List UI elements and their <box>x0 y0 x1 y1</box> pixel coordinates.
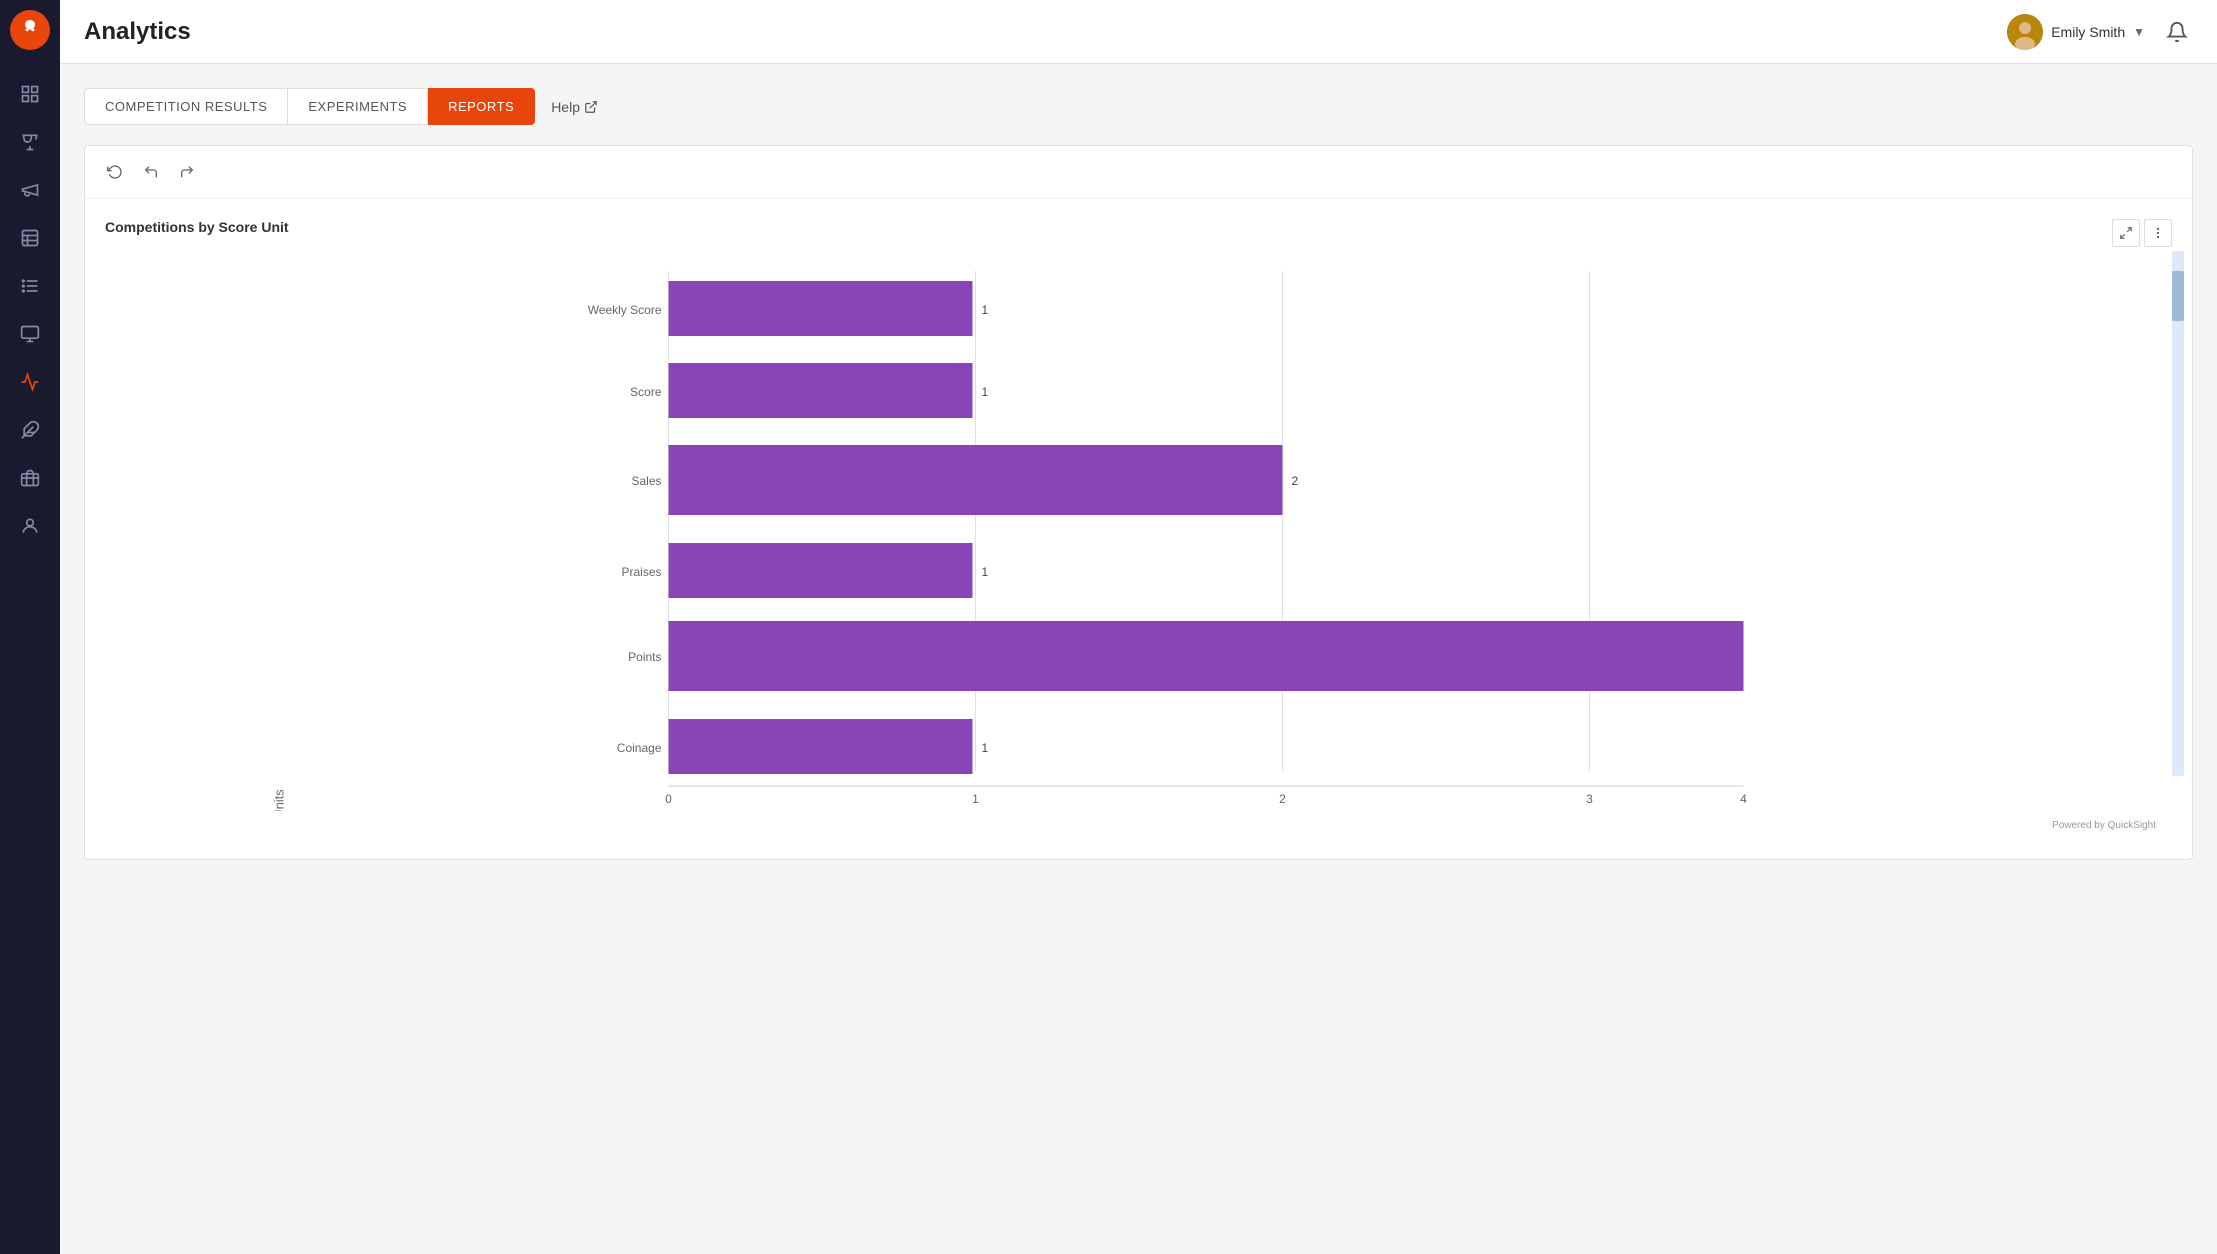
x-tick-0: 0 <box>665 792 672 806</box>
bar-points <box>669 621 1744 691</box>
undo-icon <box>143 164 159 180</box>
y-label-score: Score <box>630 385 662 399</box>
expand-icon <box>2119 226 2133 240</box>
chart-title: Competitions by Score Unit <box>105 219 2172 235</box>
main-content: Analytics Emily Smith ▼ <box>60 0 2217 1254</box>
y-label-points: Points <box>628 650 661 664</box>
sidebar-item-dashboard[interactable] <box>10 74 50 114</box>
bar-label-weekly-score: 1 <box>982 303 989 317</box>
chevron-down-icon: ▼ <box>2133 25 2145 39</box>
page-title: Analytics <box>84 18 2007 46</box>
chart-menu-button[interactable] <box>2144 219 2172 247</box>
external-link-icon <box>584 100 598 114</box>
reset-button[interactable] <box>101 158 129 186</box>
user-menu[interactable]: Emily Smith ▼ <box>2007 14 2145 50</box>
sidebar-item-competitions[interactable] <box>10 122 50 162</box>
bar-sales <box>669 445 1283 515</box>
chart-panel: Competitions by Score Unit <box>84 145 2193 860</box>
x-tick-1: 1 <box>972 792 979 806</box>
y-label-sales: Sales <box>631 474 661 488</box>
sidebar-item-users[interactable] <box>10 506 50 546</box>
content-area: COMPETITION RESULTS EXPERIMENTS REPORTS … <box>60 64 2217 1254</box>
tab-reports[interactable]: REPORTS <box>428 88 535 125</box>
y-label-coinage: Coinage <box>617 741 662 755</box>
sidebar <box>0 0 60 1254</box>
sidebar-item-reports-table[interactable] <box>10 218 50 258</box>
sidebar-item-announcements[interactable] <box>10 170 50 210</box>
x-tick-3: 3 <box>1586 792 1593 806</box>
reset-icon <box>107 164 123 180</box>
sidebar-item-gifts[interactable] <box>10 458 50 498</box>
sidebar-logo[interactable] <box>10 10 50 50</box>
chart-toolbar <box>85 146 2192 199</box>
bar-label-praises: 1 <box>982 565 989 579</box>
help-link[interactable]: Help <box>551 99 598 115</box>
topbar-right: Emily Smith ▼ <box>2007 14 2193 50</box>
help-label: Help <box>551 99 580 115</box>
sidebar-item-integrations[interactable] <box>10 410 50 450</box>
bar-label-score: 1 <box>982 385 989 399</box>
more-vertical-icon <box>2151 226 2165 240</box>
redo-button[interactable] <box>173 158 201 186</box>
notification-bell[interactable] <box>2161 16 2193 48</box>
bar-chart-svg: ScoreUnits 1 1 <box>115 251 2172 811</box>
bar-coinage <box>669 719 973 774</box>
tab-competition-results[interactable]: COMPETITION RESULTS <box>84 88 288 125</box>
bar-score <box>669 363 973 418</box>
bar-label-coinage: 1 <box>982 741 989 755</box>
sidebar-item-list[interactable] <box>10 266 50 306</box>
tab-experiments[interactable]: EXPERIMENTS <box>288 88 428 125</box>
avatar <box>2007 14 2043 50</box>
bar-weekly-score <box>669 281 973 336</box>
y-label-praises: Praises <box>621 565 661 579</box>
redo-icon <box>179 164 195 180</box>
x-tick-4: 4 <box>1740 792 1747 806</box>
chart-scrollbar[interactable] <box>2172 251 2184 776</box>
bar-praises <box>669 543 973 598</box>
bar-label-sales: 2 <box>1292 474 1299 488</box>
chart-actions <box>2112 219 2172 247</box>
undo-button[interactable] <box>137 158 165 186</box>
powered-by: Powered by QuickSight <box>105 816 2172 839</box>
topbar: Analytics Emily Smith ▼ <box>60 0 2217 64</box>
sidebar-item-monitor[interactable] <box>10 314 50 354</box>
tab-bar: COMPETITION RESULTS EXPERIMENTS REPORTS … <box>84 88 2193 125</box>
sidebar-item-analytics[interactable] <box>10 362 50 402</box>
chart-scrollbar-thumb[interactable] <box>2172 271 2184 321</box>
expand-button[interactable] <box>2112 219 2140 247</box>
y-axis-label: ScoreUnits <box>272 789 287 811</box>
user-name: Emily Smith <box>2051 24 2125 40</box>
bar-chart-wrap: ScoreUnits 1 1 <box>115 251 2172 816</box>
chart-container: Competitions by Score Unit <box>85 199 2192 859</box>
y-label-weekly-score: Weekly Score <box>588 303 662 317</box>
x-tick-2: 2 <box>1279 792 1286 806</box>
